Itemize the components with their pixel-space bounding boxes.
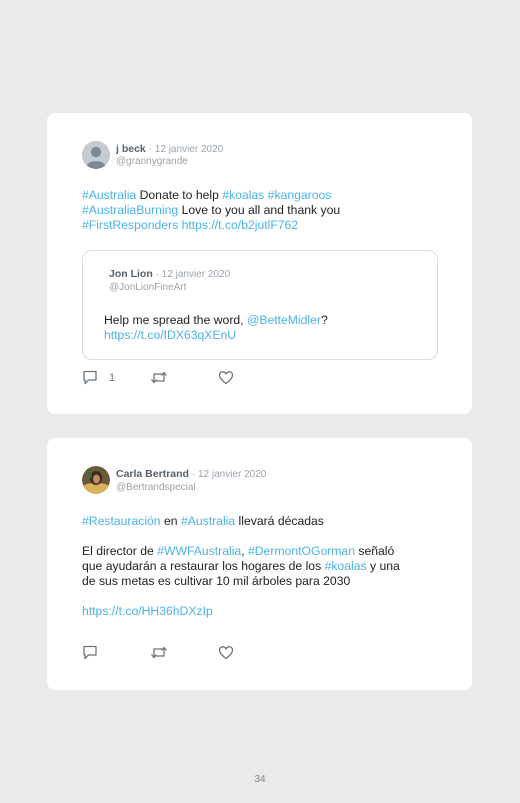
like-button[interactable] [218,370,234,385]
tweet-text-line: que ayudarán a restaurar los hogares de … [82,559,400,573]
hashtag-link[interactable]: #Restauración [82,514,161,528]
reply-button[interactable]: 1 [82,370,115,385]
url-link[interactable]: https://t.co/b2jutlF762 [182,218,299,232]
tweet-text-line: El director de #WWFAustralia, #DermontOG… [82,544,395,558]
tweet-text-line: #FirstResponders https://t.co/b2jutlF762 [82,218,298,233]
like-button[interactable] [218,645,234,660]
page-number: 34 [254,774,266,785]
tweet-date: · 12 janvier 2020 [148,144,224,155]
author-handle[interactable]: @grannygrande [116,156,188,167]
tweet-card: Carla Bertrand · 12 janvier 2020 @Bertra… [47,438,472,690]
hashtag-link[interactable]: #DermontOGorman [248,544,355,558]
default-avatar-icon [82,141,110,169]
author-name[interactable]: Carla Bertrand · 12 janvier 2020 [116,468,266,480]
quoted-text-line: Help me spread the word, @BetteMidler? [104,313,328,327]
tweet-text-line: https://t.co/HH36hDXzIp [82,604,213,619]
reply-count: 1 [109,371,116,384]
tweet-text-line: #Australia Donate to help #koalas #kanga… [82,188,332,202]
url-link[interactable]: https://t.co/HH36hDXzIp [82,604,213,618]
retweet-icon [151,371,167,384]
reply-icon [83,370,97,385]
hashtag-link[interactable]: #koalas [222,188,264,202]
quoted-author-handle[interactable]: @JonLionFineArt [109,282,186,293]
reply-button[interactable] [82,645,109,660]
hashtag-link[interactable]: #FirstResponders [82,218,178,232]
tweet-card: j beck · 12 janvier 2020 @grannygrande #… [47,113,472,414]
hashtag-link[interactable]: #kangaroos [268,188,332,202]
retweet-icon [151,646,167,659]
hashtag-link[interactable]: #AustraliaBurning [82,203,178,217]
user-photo-icon [82,466,110,494]
tweet-text-line: #AustraliaBurning Love to you all and th… [82,203,341,217]
hashtag-link[interactable]: #Australia [181,514,235,528]
tweet-actions [82,645,282,663]
like-icon [218,646,234,660]
hashtag-link[interactable]: #Australia [82,188,136,202]
mention-link[interactable]: @BetteMidler [247,313,321,327]
avatar[interactable] [82,141,110,169]
author-handle[interactable]: @Bertrandspecial [116,482,196,493]
hashtag-link[interactable]: #koalas [325,559,367,573]
like-icon [218,371,234,385]
tweet-date: · 12 janvier 2020 [191,469,267,480]
retweet-button[interactable] [150,645,168,660]
quoted-text-line: https://t.co/IDX63qXEnU [104,328,236,343]
tweet-text-line: de sus metas es cultivar 10 mil árboles … [82,574,351,588]
avatar[interactable] [82,466,110,494]
url-link[interactable]: https://t.co/IDX63qXEnU [104,328,236,342]
reply-icon [83,645,97,660]
quoted-author-name[interactable]: Jon Lion · 12 janvier 2020 [109,268,230,280]
quoted-tweet[interactable]: Jon Lion · 12 janvier 2020 @JonLionFineA… [82,250,438,360]
author-name[interactable]: j beck · 12 janvier 2020 [116,143,223,155]
retweet-button[interactable] [150,370,168,385]
hashtag-link[interactable]: #WWFAustralia [157,544,241,558]
quoted-tweet-date: · 12 janvier 2020 [155,269,231,280]
tweet-text-line: #Restauración en #Australia llevará déca… [82,514,324,528]
tweet-actions: 1 [82,370,282,388]
